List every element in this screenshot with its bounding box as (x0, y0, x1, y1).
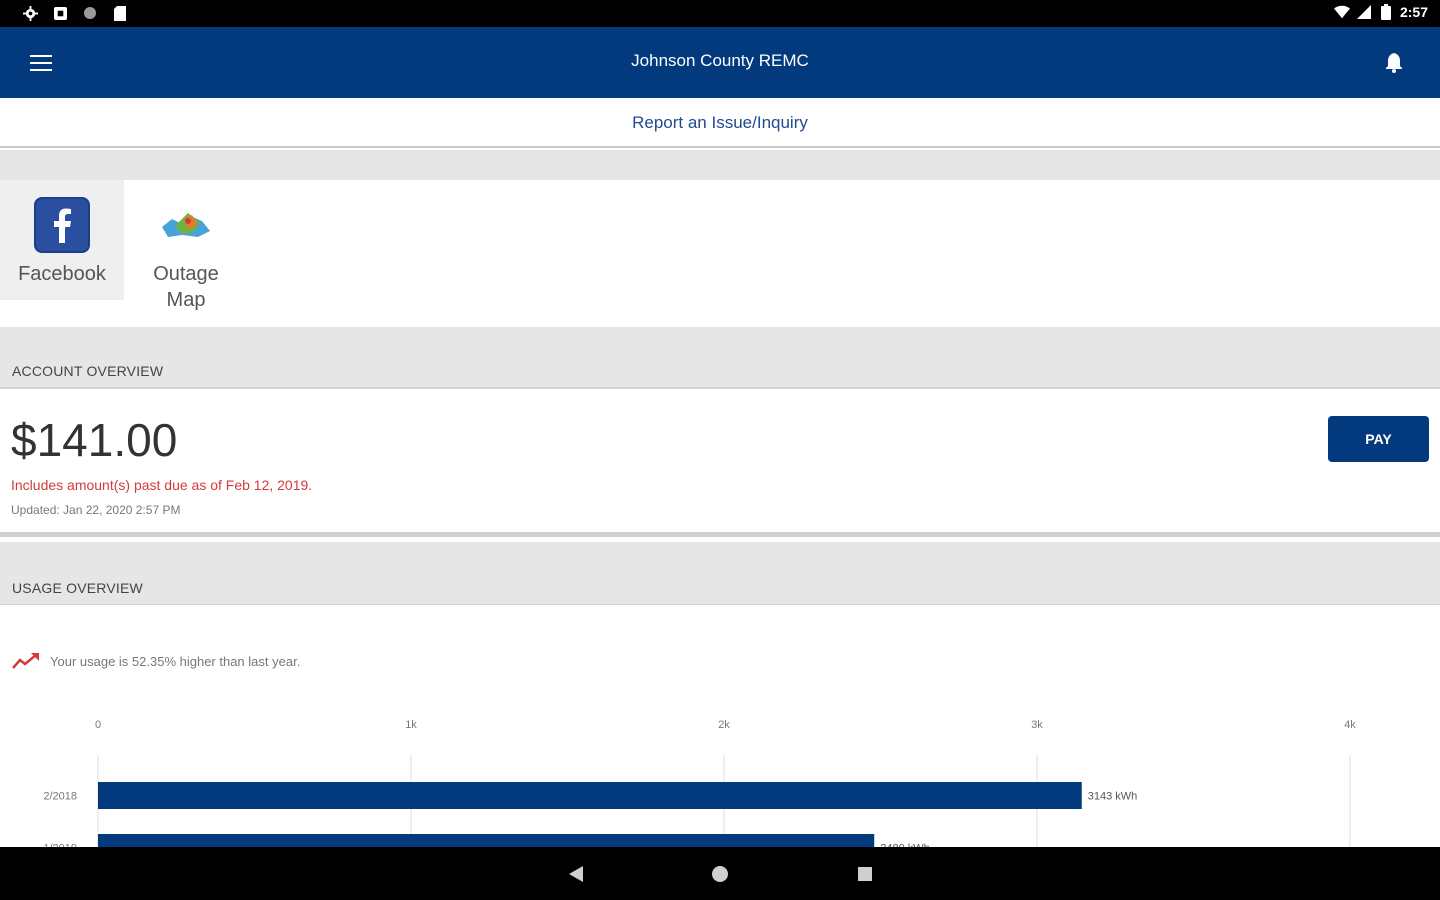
outage-map-link[interactable]: Outage Map (124, 180, 248, 311)
past-due-notice: Includes amount(s) past due as of Feb 12… (11, 477, 313, 493)
status-bar: 2:57 (0, 0, 1440, 27)
usage-overview-title: USAGE OVERVIEW (12, 580, 143, 596)
value-label: 3143 kWh (1088, 791, 1138, 803)
account-overview-header: ACCOUNT OVERVIEW (0, 327, 1440, 389)
usage-bar[interactable] (98, 834, 875, 847)
usage-overview-header: USAGE OVERVIEW (0, 542, 1440, 605)
back-icon (569, 866, 583, 882)
home-icon (712, 866, 728, 882)
signal-icon (1356, 4, 1372, 20)
usage-overview-card: Your usage is 52.35% higher than last ye… (0, 605, 1440, 847)
account-overview-title: ACCOUNT OVERVIEW (12, 363, 164, 379)
x-tick-label: 3k (1031, 719, 1043, 731)
battery-icon (1378, 4, 1394, 20)
notification-icons (22, 5, 128, 21)
usage-bar-chart: 01k2k3k4k2/20183143 kWh1/20192480 kWh (43, 719, 1356, 847)
back-button[interactable] (565, 863, 587, 885)
pay-button[interactable]: PAY (1328, 416, 1429, 462)
report-issue-link[interactable]: Report an Issue/Inquiry (632, 113, 808, 133)
x-tick-label: 1k (405, 719, 417, 731)
x-tick-label: 4k (1344, 719, 1356, 731)
notifications-button[interactable] (1382, 51, 1406, 75)
outage-map-label: Outage Map (153, 263, 219, 311)
x-tick-label: 2k (718, 719, 730, 731)
updated-timestamp: Updated: Jan 22, 2020 2:57 PM (11, 503, 181, 517)
quick-links: Facebook Outage Map (0, 180, 1440, 327)
app-bar: Johnson County REMC (0, 27, 1440, 98)
category-label: 2/2018 (43, 791, 77, 803)
sd-card-icon (112, 5, 128, 21)
facebook-icon (34, 197, 90, 253)
app-notification-icon (52, 5, 68, 21)
app-title: Johnson County REMC (631, 51, 809, 70)
x-tick-label: 0 (95, 719, 101, 731)
account-overview-card: $141.00 Includes amount(s) past due as o… (0, 389, 1440, 537)
home-button[interactable] (709, 863, 731, 885)
facebook-label: Facebook (18, 263, 106, 285)
sync-icon (82, 5, 98, 21)
map-icon (158, 197, 214, 253)
wifi-icon (1333, 4, 1350, 20)
recents-button[interactable] (854, 863, 876, 885)
balance-amount: $141.00 (11, 414, 178, 466)
system-status: 2:57 (1333, 4, 1428, 20)
facebook-link[interactable]: Facebook (0, 180, 124, 300)
report-bar: Report an Issue/Inquiry (0, 98, 1440, 148)
clock: 2:57 (1399, 4, 1428, 20)
recents-icon (858, 867, 872, 881)
usage-bar[interactable] (98, 782, 1082, 809)
settings-icon (22, 5, 38, 21)
bell-icon (1386, 53, 1402, 73)
navigation-bar (0, 847, 1440, 900)
divider-band (0, 150, 1440, 180)
